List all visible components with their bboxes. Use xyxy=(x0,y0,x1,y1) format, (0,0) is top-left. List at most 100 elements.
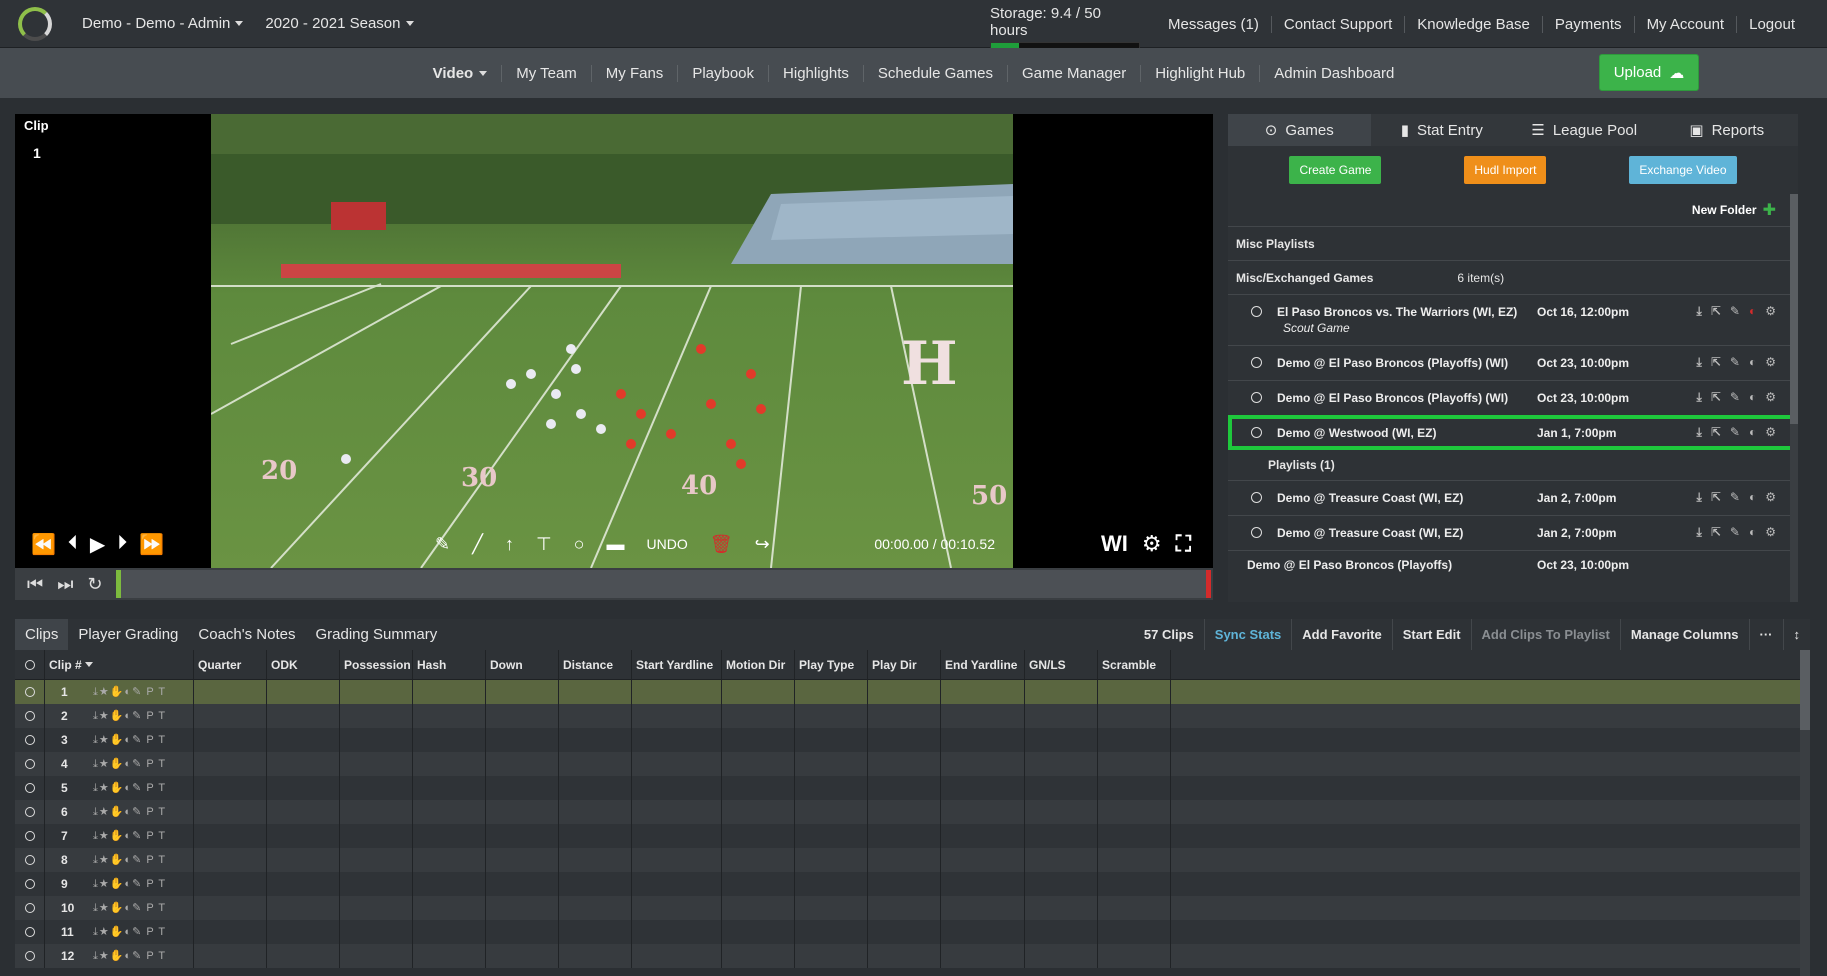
table-cell[interactable] xyxy=(194,848,267,872)
pen-icon[interactable]: ✎ xyxy=(435,534,450,555)
table-cell[interactable] xyxy=(941,872,1025,896)
table-cell[interactable] xyxy=(486,800,559,824)
table-cell[interactable] xyxy=(795,704,868,728)
table-cell[interactable] xyxy=(722,728,795,752)
table-cell[interactable] xyxy=(267,920,340,944)
add-favorite-button[interactable]: Add Favorite xyxy=(1291,619,1391,650)
select-radio[interactable] xyxy=(1251,357,1262,368)
table-cell[interactable] xyxy=(632,920,722,944)
table-cell[interactable] xyxy=(941,848,1025,872)
table-cell[interactable] xyxy=(868,920,941,944)
hudl-import-button[interactable]: Hudl Import xyxy=(1464,156,1547,184)
col-gn-ls[interactable]: GN/LS xyxy=(1025,650,1098,679)
more-options-icon[interactable]: ··· xyxy=(1748,619,1783,650)
visibility-icon[interactable]: ◐ xyxy=(1749,390,1756,405)
table-cell[interactable] xyxy=(340,680,413,704)
sync-stats-button[interactable]: Sync Stats xyxy=(1203,619,1291,650)
skip-start-icon[interactable]: ⏮ xyxy=(27,574,43,595)
game-row[interactable]: Demo @ El Paso Broncos (Playoffs) Oct 23… xyxy=(1228,550,1798,582)
fast-forward-icon[interactable]: ⏩ xyxy=(139,532,164,557)
tab-stat-entry[interactable]: ▮ Stat Entry xyxy=(1371,114,1514,146)
col-play-type[interactable]: Play Type xyxy=(795,650,868,679)
table-cell[interactable] xyxy=(795,728,868,752)
table-cell[interactable] xyxy=(941,896,1025,920)
row-select-radio[interactable] xyxy=(15,896,45,920)
misc-exchanged-folder[interactable]: Misc/Exchanged Games 6 item(s) xyxy=(1228,260,1798,294)
clip-actions-cell[interactable]: ⤓★✋◐✎ P T xyxy=(89,920,194,944)
clip-actions-cell[interactable]: ⤓★✋◐✎ P T xyxy=(89,872,194,896)
table-cell[interactable] xyxy=(868,848,941,872)
table-cell[interactable] xyxy=(868,704,941,728)
clip-actions-cell[interactable]: ⤓★✋◐✎ P T xyxy=(89,776,194,800)
start-edit-button[interactable]: Start Edit xyxy=(1391,619,1471,650)
table-cell[interactable] xyxy=(486,704,559,728)
grid-scrollbar[interactable] xyxy=(1800,650,1810,976)
table-cell[interactable] xyxy=(413,680,486,704)
table-cell[interactable] xyxy=(941,800,1025,824)
clip-actions-cell[interactable]: ⤓★✋◐✎ P T xyxy=(89,848,194,872)
skip-next-icon[interactable]: ⏭ xyxy=(57,574,73,595)
select-radio[interactable] xyxy=(1251,492,1262,503)
table-cell[interactable] xyxy=(486,944,559,968)
edit-icon[interactable]: ✎ xyxy=(1730,490,1740,505)
table-cell[interactable] xyxy=(194,776,267,800)
wi-label[interactable]: WI xyxy=(1101,531,1128,557)
table-cell[interactable] xyxy=(194,920,267,944)
table-cell[interactable] xyxy=(340,704,413,728)
table-cell[interactable] xyxy=(340,728,413,752)
table-cell[interactable] xyxy=(413,872,486,896)
app-logo[interactable] xyxy=(18,6,52,41)
visibility-icon[interactable]: ◐ xyxy=(1749,425,1756,440)
game-row-selected[interactable]: Demo @ Westwood (WI, EZ) Jan 1, 7:00pm ⤓… xyxy=(1228,415,1798,450)
step-forward-icon[interactable]: ⏵ xyxy=(117,532,127,557)
misc-playlists-folder[interactable]: Misc Playlists xyxy=(1228,226,1798,260)
table-cell[interactable] xyxy=(722,920,795,944)
share-icon[interactable]: ⇱ xyxy=(1711,525,1721,540)
table-cell[interactable] xyxy=(868,872,941,896)
table-cell[interactable] xyxy=(941,920,1025,944)
clip-actions-cell[interactable]: ⤓★✋◐✎ P T xyxy=(89,896,194,920)
table-cell[interactable] xyxy=(1098,896,1171,920)
share-icon[interactable]: ⇱ xyxy=(1711,490,1721,505)
table-cell[interactable] xyxy=(795,872,868,896)
clip-actions-cell[interactable]: ⤓★✋◐✎ P T xyxy=(89,752,194,776)
table-cell[interactable] xyxy=(1098,752,1171,776)
table-cell[interactable] xyxy=(340,800,413,824)
table-cell[interactable] xyxy=(486,872,559,896)
table-cell[interactable] xyxy=(1025,728,1098,752)
create-game-button[interactable]: Create Game xyxy=(1289,156,1382,184)
table-cell[interactable] xyxy=(340,752,413,776)
select-radio[interactable] xyxy=(1251,527,1262,538)
table-cell[interactable] xyxy=(632,680,722,704)
table-cell[interactable] xyxy=(722,824,795,848)
table-cell[interactable] xyxy=(1025,848,1098,872)
table-cell[interactable] xyxy=(340,824,413,848)
table-cell[interactable] xyxy=(941,944,1025,968)
undo-button[interactable]: UNDO xyxy=(647,536,688,552)
table-cell[interactable] xyxy=(722,800,795,824)
share-icon[interactable]: ⇱ xyxy=(1711,304,1721,319)
table-row[interactable]: 7 ⤓★✋◐✎ P T xyxy=(15,824,1810,848)
table-cell[interactable] xyxy=(194,800,267,824)
col-hash[interactable]: Hash xyxy=(413,650,486,679)
table-cell[interactable] xyxy=(559,680,632,704)
row-select-radio[interactable] xyxy=(15,680,45,704)
table-cell[interactable] xyxy=(486,920,559,944)
visibility-icon[interactable]: ◐ xyxy=(1749,355,1756,370)
table-cell[interactable] xyxy=(1025,824,1098,848)
col-motion-dir[interactable]: Motion Dir xyxy=(722,650,795,679)
visibility-icon[interactable]: ◐ xyxy=(1749,490,1756,505)
table-cell[interactable] xyxy=(1025,944,1098,968)
gear-icon[interactable]: ⚙ xyxy=(1765,490,1776,505)
table-cell[interactable] xyxy=(868,776,941,800)
table-cell[interactable] xyxy=(722,896,795,920)
share-icon[interactable]: ⇱ xyxy=(1711,425,1721,440)
table-cell[interactable] xyxy=(486,848,559,872)
timeline-end-marker[interactable] xyxy=(1206,570,1211,598)
col-down[interactable]: Down xyxy=(486,650,559,679)
fullscreen-icon[interactable]: ⛶ xyxy=(1176,531,1191,557)
logout-link[interactable]: Logout xyxy=(1736,15,1807,33)
refresh-icon[interactable]: ↻ xyxy=(87,574,102,595)
visibility-icon[interactable]: ◐ xyxy=(1749,525,1756,540)
nav-admin-dashboard[interactable]: Admin Dashboard xyxy=(1259,64,1408,82)
